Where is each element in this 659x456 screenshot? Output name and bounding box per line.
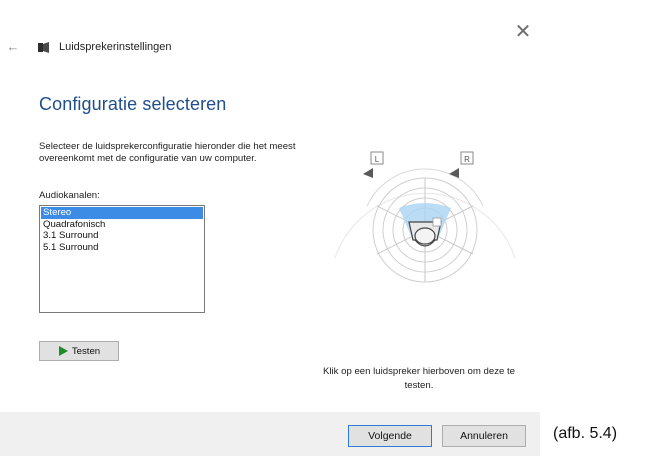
test-button-label: Testen <box>71 345 101 357</box>
listener-icon <box>408 217 442 247</box>
page-title: Configuratie selecteren <box>39 94 227 114</box>
test-button[interactable]: Testen <box>39 341 119 361</box>
right-speaker-label: R <box>464 155 470 164</box>
speaker-setup-dialog: ✕ ← Luidsprekerinstellingen Configuratie… <box>0 0 540 456</box>
window-title: Luidsprekerinstellingen <box>59 41 172 53</box>
speaker-icon <box>38 41 49 53</box>
list-item-quadrafonisch[interactable]: Quadrafonisch <box>41 219 203 231</box>
dialog-footer: Volgende Annuleren <box>0 412 540 456</box>
cancel-button[interactable]: Annuleren <box>442 425 526 447</box>
list-item-stereo[interactable]: Stereo <box>41 207 203 219</box>
diagram-hint-text: Klik op een luidspreker hierboven om dez… <box>323 366 515 391</box>
close-button[interactable]: ✕ <box>508 18 538 46</box>
back-arrow-icon[interactable]: ← <box>4 38 22 56</box>
right-speaker[interactable]: R <box>449 151 474 178</box>
speaker-diagram: L R <box>334 151 516 283</box>
audio-channels-label: Audiokanalen: <box>39 190 100 201</box>
instruction-text: Selecteer de luidsprekerconfiguratie hie… <box>39 141 296 164</box>
figure-caption: (afb. 5.4) <box>553 425 618 442</box>
left-speaker-label: L <box>375 155 380 164</box>
left-speaker-icon <box>363 168 373 178</box>
window-header: Luidsprekerinstellingen <box>38 41 172 53</box>
list-item-5-1-surround[interactable]: 5.1 Surround <box>41 242 203 254</box>
list-item-3-1-surround[interactable]: 3.1 Surround <box>41 230 203 242</box>
audio-channels-list[interactable]: Stereo Quadrafonisch 3.1 Surround 5.1 Su… <box>39 205 205 313</box>
left-speaker[interactable]: L <box>363 151 384 178</box>
play-icon <box>58 346 68 356</box>
next-button[interactable]: Volgende <box>348 425 432 447</box>
